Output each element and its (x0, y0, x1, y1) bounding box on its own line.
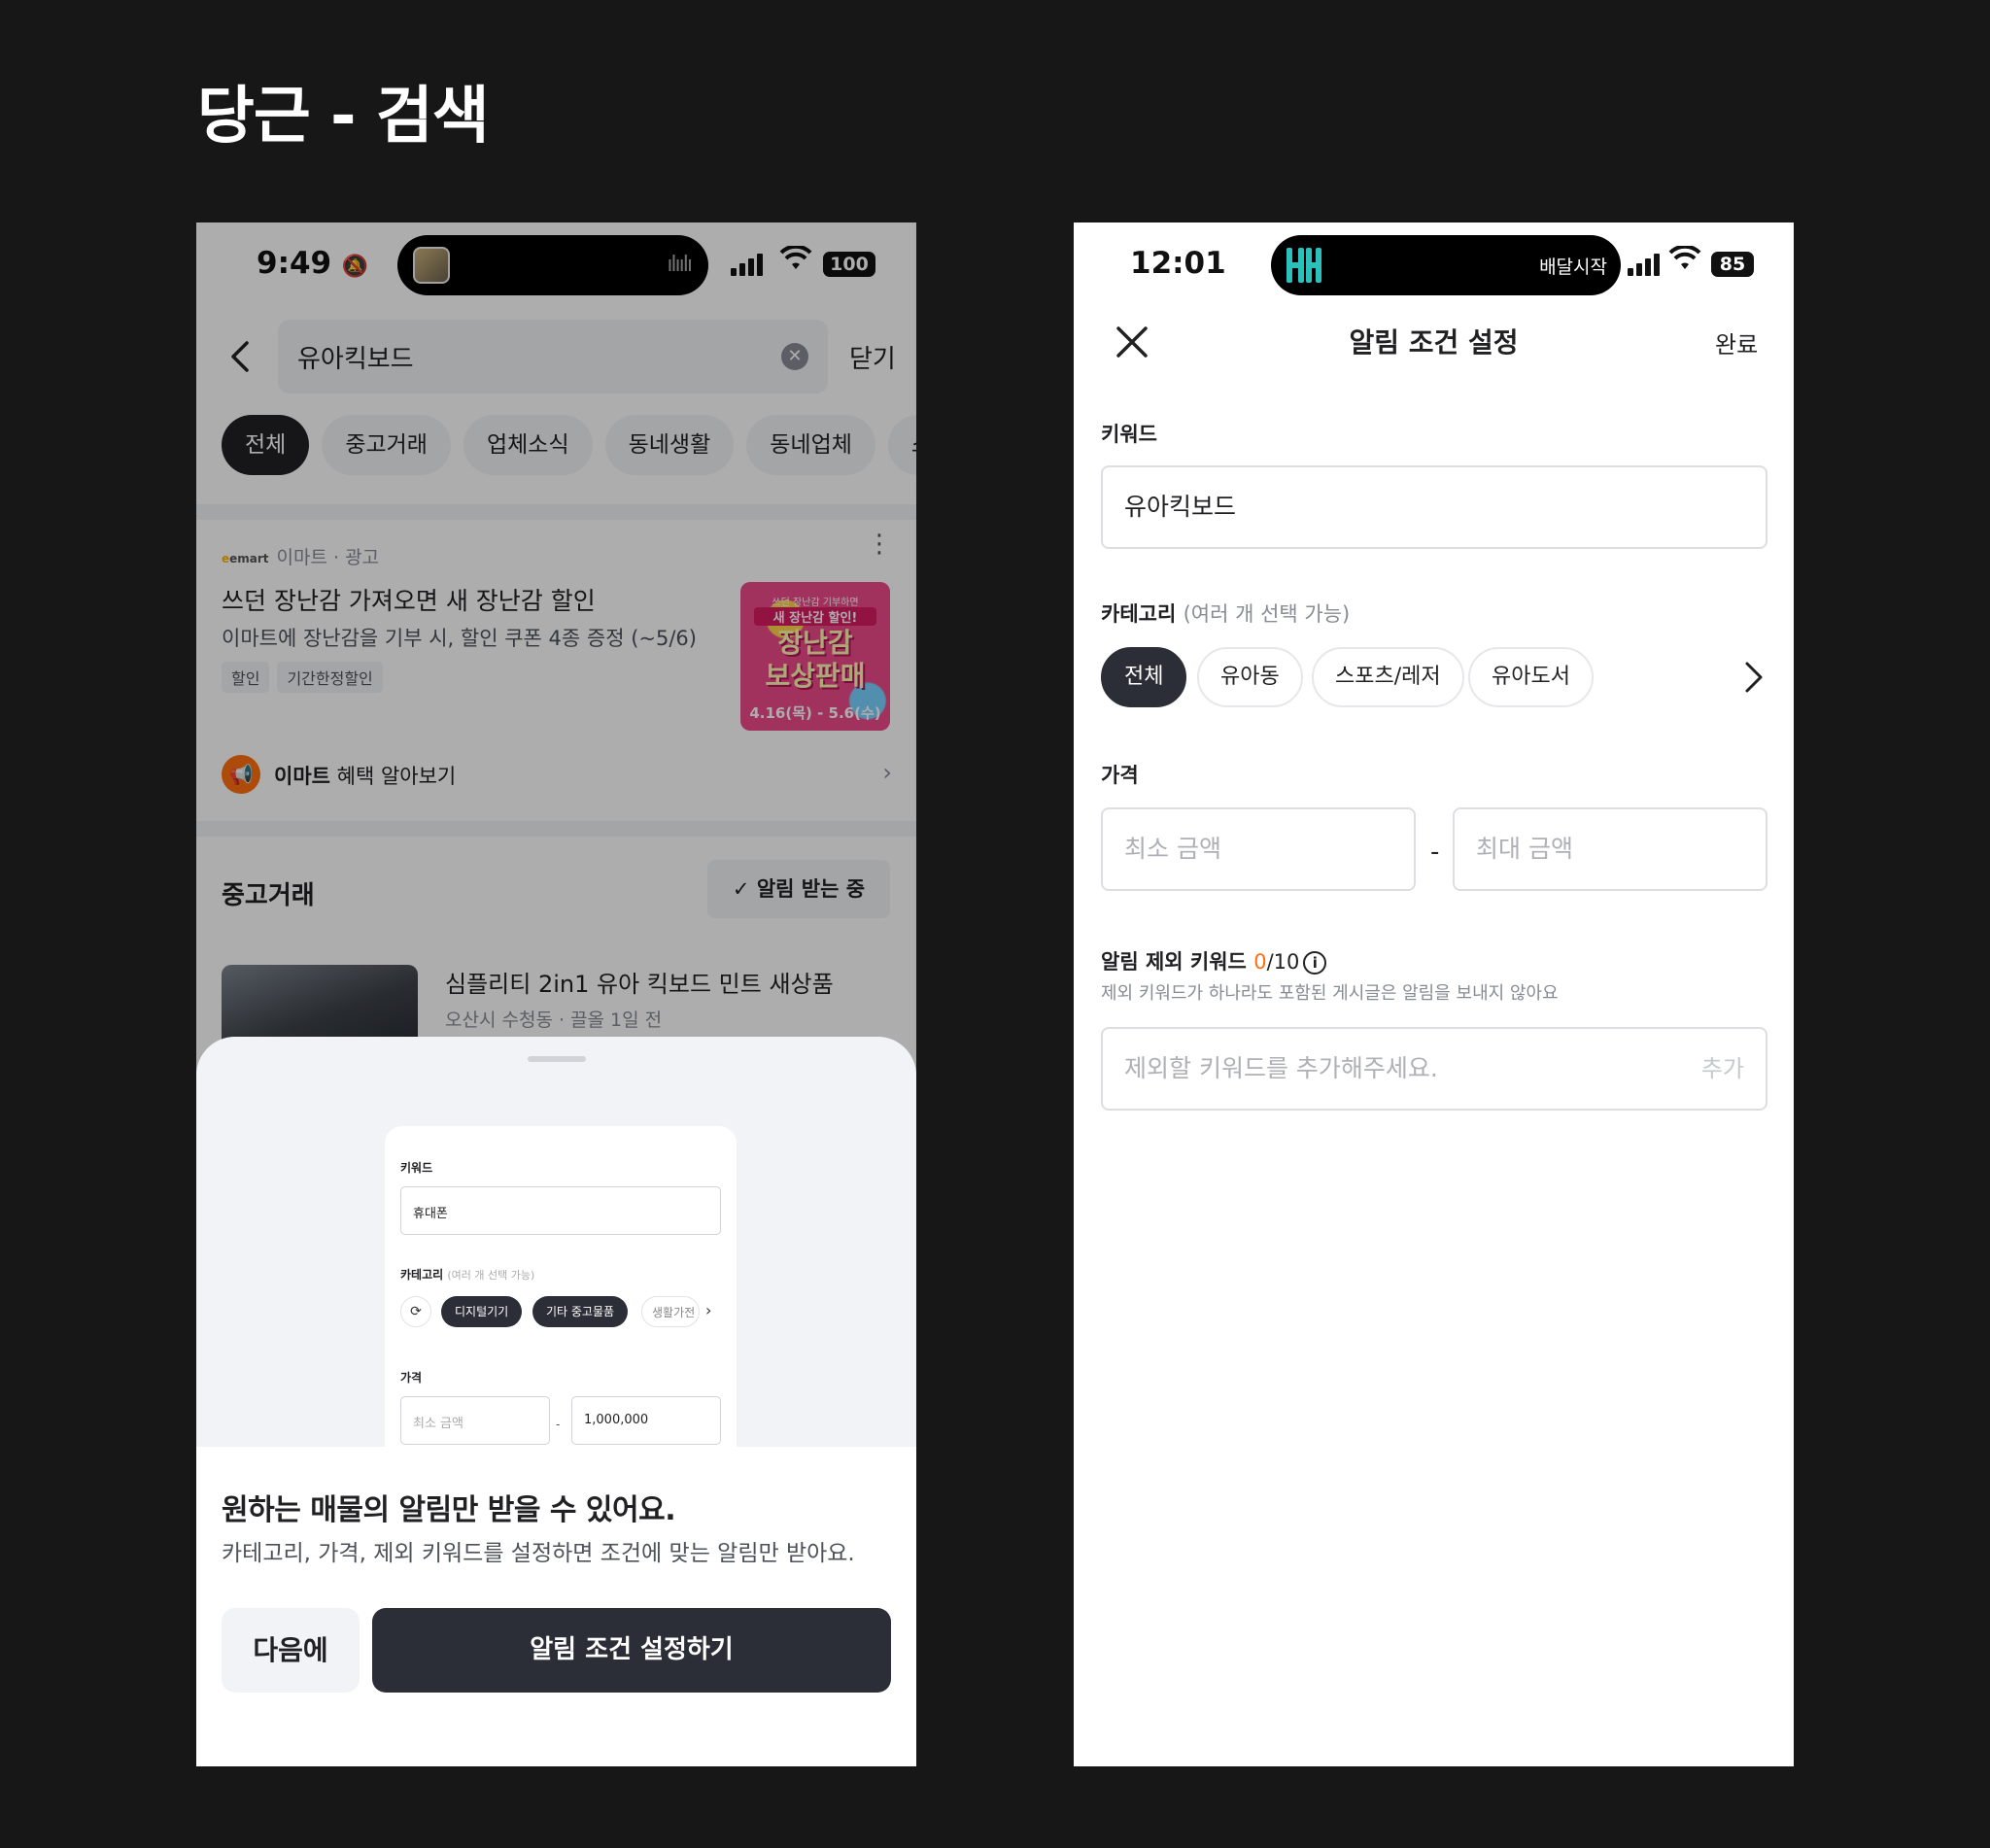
chevron-right-icon[interactable] (1738, 658, 1767, 697)
keyword-label: 키워드 (1101, 423, 1157, 446)
exclude-keyword-input[interactable]: 제외할 키워드를 추가해주세요. 추가 (1101, 1027, 1767, 1111)
preview-keyword-label: 키워드 (400, 1161, 433, 1175)
category-chip-kids[interactable]: 유아동 (1197, 647, 1303, 707)
exclude-keyword-label: 알림 제외 키워드 0/10 i (1101, 946, 1327, 975)
refresh-icon: ⟳ (400, 1296, 431, 1327)
max-price-input[interactable]: 최대 금액 (1453, 807, 1767, 891)
category-label: 카테고리 (여러 개 선택 가능) (1101, 602, 1351, 626)
category-chip-sports[interactable]: 스포츠/레저 (1312, 647, 1464, 707)
sheet-title: 원하는 매물의 알림만 받을 수 있어요. (222, 1493, 676, 1527)
preview-min-price: 최소 금액 (400, 1396, 550, 1445)
phone-search-screen: 9:49 🔕 ılıılı 100 유아킥보드 ✕ 닫기 전체 중고거래 업체소식 동… (196, 222, 916, 1766)
category-chip-kids-books[interactable]: 유아도서 (1468, 647, 1594, 707)
category-chip-all[interactable]: 전체 (1101, 647, 1187, 707)
delivery-status: 배달시작 (1539, 257, 1607, 278)
phone-alert-settings-screen: 12:01 배달시작 85 알림 조건 설정 완료 키워드 유아킥보드 카테고리… (1074, 222, 1794, 1766)
chevron-right-icon: › (705, 1301, 712, 1319)
sheet-subtitle: 카테고리, 가격, 제외 키워드를 설정하면 조건에 맞는 알림만 받아요. (222, 1541, 855, 1566)
preview-keyword-input: 휴대폰 (400, 1186, 721, 1235)
info-icon[interactable]: i (1303, 951, 1327, 975)
preview-max-price: 1,000,000 (571, 1396, 721, 1445)
price-label: 가격 (1101, 764, 1139, 787)
preview-chip: 기타 중고물품 (532, 1296, 629, 1327)
min-price-input[interactable]: 최소 금액 (1101, 807, 1416, 891)
preview-price-label: 가격 (400, 1371, 423, 1385)
price-separator: - (1430, 838, 1440, 867)
baemin-logo-icon (1285, 244, 1323, 287)
sheet-handle[interactable] (528, 1056, 586, 1062)
signal-icon (1628, 253, 1666, 276)
later-button[interactable]: 다음에 (222, 1608, 360, 1693)
preview-chip: 생활가전 (641, 1296, 700, 1327)
preview-card: 키워드 휴대폰 카테고리 (여러 개 선택 가능) ⟳ 디지털기기 기타 중고물… (385, 1126, 737, 1447)
wifi-icon (1668, 244, 1701, 278)
done-button[interactable]: 완료 (1715, 325, 1758, 359)
battery-indicator: 85 (1711, 252, 1754, 277)
keyword-input[interactable]: 유아킥보드 (1101, 465, 1767, 549)
preview-chip: 디지털기기 (441, 1296, 523, 1327)
add-keyword-button[interactable]: 추가 (1701, 1029, 1744, 1109)
page-title: 알림 조건 설정 (1349, 326, 1519, 359)
dynamic-island: 배달시작 (1271, 235, 1621, 295)
exclude-keyword-help: 제외 키워드가 하나라도 포함된 게시글은 알림을 보내지 않아요 (1101, 983, 1559, 1004)
status-time: 12:01 (1130, 246, 1226, 281)
status-bar: 12:01 배달시작 85 (1074, 222, 1794, 298)
preview-category-label: 카테고리 (여러 개 선택 가능) (400, 1268, 535, 1282)
bottom-sheet: 키워드 휴대폰 카테고리 (여러 개 선택 가능) ⟳ 디지털기기 기타 중고물… (196, 1037, 916, 1766)
setup-alert-button[interactable]: 알림 조건 설정하기 (372, 1608, 891, 1693)
page-title: 당근 - 검색 (197, 81, 490, 153)
exclude-count: 0 (1253, 950, 1267, 974)
